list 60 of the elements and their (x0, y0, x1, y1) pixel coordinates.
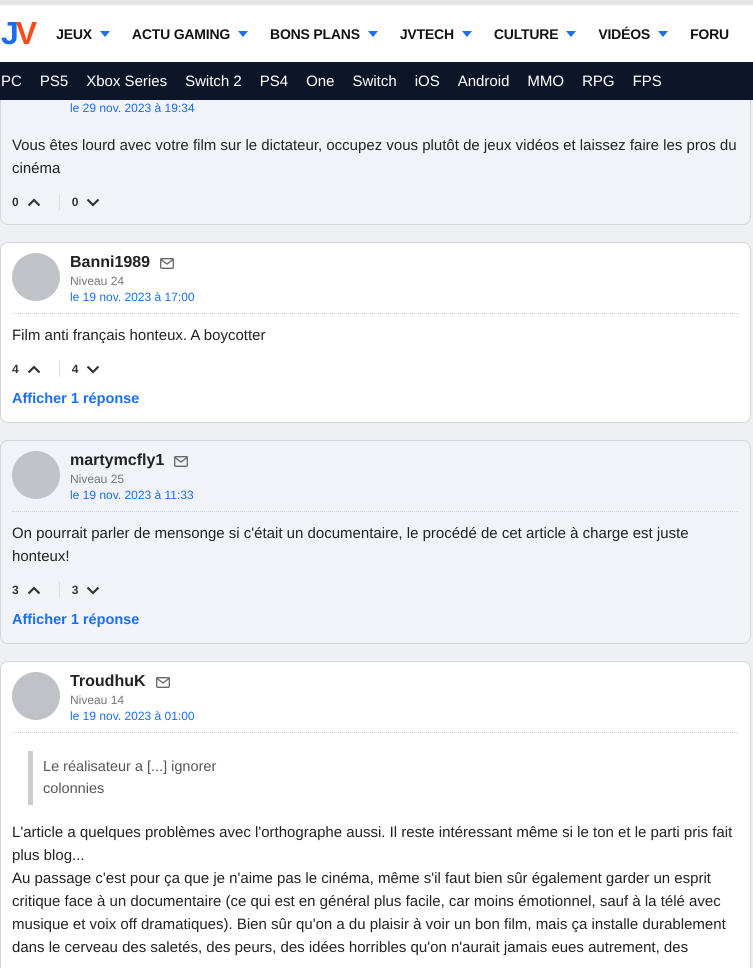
comment-text: L'article a quelques problèmes avec l'orthographe aussi. Il reste intéressant même si le ton et le parti pris fait plus blog... (12, 823, 734, 866)
quote-text: Le réalisateur a [...] ignorer (43, 758, 218, 777)
show-replies-link[interactable]: Afficher 1 réponse (12, 391, 140, 407)
menu-item[interactable]: FORU (690, 26, 729, 42)
downvote-button[interactable]: 3 (72, 583, 100, 597)
comment-text: On pourrait parler de mensonge si c'était un documentaire, le procédé de cet article à charge est juste honteux! (12, 524, 690, 567)
chevron-up-icon (26, 586, 41, 594)
comment-date[interactable]: le 19 nov. 2023 à 17:00 (70, 289, 195, 305)
site-logo[interactable]: JV (0, 15, 34, 52)
comment-text: Au passage c'est pour ça que je n'aime pas le cinéma, même s'il faut bien sûr également garder un esprit critique face à un documentaire (ce qui est en général plus facile, car moins émotionnel, sauf à la télé avec musique et voix off dramatiques). Bien sûr qu'on a du plaisir à voir un bon film, mais ça installe durablement dans le cerveau des saletés, des peurs, des idées horribles qu'on n'aurait jamais eues autrement, des (12, 869, 727, 958)
chevron-down-icon (86, 198, 100, 206)
platform-link[interactable]: Switch (352, 72, 397, 90)
user-level: Niveau 14 (70, 692, 126, 708)
caret-icon (462, 30, 472, 36)
platform-link[interactable]: PS5 (40, 72, 68, 90)
caret-icon (658, 30, 668, 36)
upvote-button[interactable]: 3 (12, 583, 41, 597)
menu-item[interactable]: CULTURE (494, 26, 576, 42)
menu-item[interactable]: JEUX (56, 26, 110, 42)
caret-icon (238, 30, 248, 36)
quote-text: colonnies (43, 780, 106, 799)
platform-link[interactable]: MMO (527, 72, 564, 90)
caret-icon (566, 30, 576, 36)
chevron-up-icon (26, 364, 41, 374)
user-level: Niveau 24 (70, 273, 126, 289)
platform-link[interactable]: FPS (632, 72, 662, 90)
platform-link[interactable]: One (306, 72, 334, 90)
comment-text: Vous êtes lourd avec votre film sur le dictateur, occupez vous plutôt de jeux vidéos et laissez faire les pros du cinéma (12, 136, 738, 179)
show-replies-link[interactable]: Afficher 1 réponse (12, 612, 140, 628)
comment-text: Film anti français honteux. A boycotter (12, 326, 266, 346)
platform-link[interactable]: iOS (414, 72, 440, 90)
mail-icon[interactable] (156, 676, 170, 688)
author-name[interactable]: Banni1989 (70, 253, 150, 273)
chevron-down-icon (86, 586, 100, 594)
caret-icon (100, 30, 110, 36)
author-name[interactable]: martymcfly1 (70, 451, 164, 471)
platform-link[interactable]: Xbox Series (86, 72, 168, 90)
caret-icon (368, 30, 378, 36)
upvote-button[interactable]: 4 (12, 362, 41, 376)
menu-item[interactable]: ACTU GAMING (132, 26, 248, 42)
user-level: Niveau 25 (70, 471, 126, 487)
chevron-down-icon (86, 364, 100, 374)
platform-link[interactable]: Switch 2 (185, 72, 242, 90)
platform-link[interactable]: PS4 (260, 72, 288, 90)
chevron-up-icon (26, 198, 41, 206)
platform-link[interactable]: PC (1, 72, 22, 90)
comment-date[interactable]: le 29 nov. 2023 à 19:34 (70, 100, 195, 116)
downvote-button[interactable]: 4 (72, 362, 100, 376)
upvote-button[interactable]: 0 (12, 195, 41, 209)
menu-item[interactable]: BONS PLANS (270, 26, 378, 42)
comment-date[interactable]: le 19 nov. 2023 à 01:00 (70, 708, 195, 724)
comment-date[interactable]: le 19 nov. 2023 à 11:33 (70, 487, 194, 503)
mail-icon[interactable] (160, 258, 174, 268)
menu-item[interactable]: VIDÉOS (598, 26, 668, 42)
menu-item[interactable]: JVTECH (400, 26, 472, 42)
author-name[interactable]: TroudhuK (70, 672, 146, 692)
platform-link[interactable]: RPG (582, 72, 615, 90)
platform-link[interactable]: Android (458, 72, 510, 90)
mail-icon[interactable] (174, 456, 188, 466)
downvote-button[interactable]: 0 (72, 195, 100, 209)
